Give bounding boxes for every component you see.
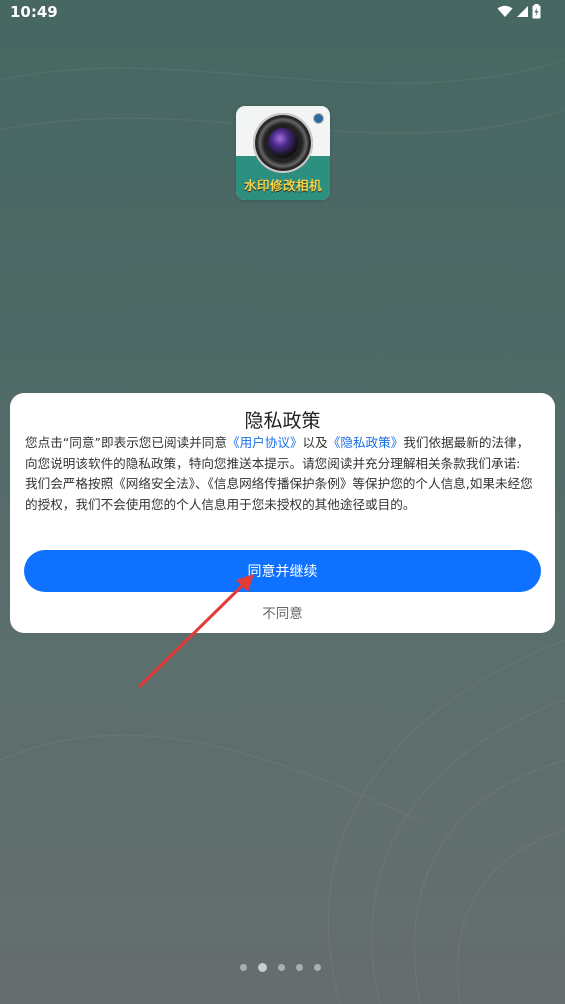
disagree-button[interactable]: 不同意 — [10, 600, 555, 624]
page-dot[interactable] — [314, 963, 321, 971]
body-text-part4: 我们会严格按照《网络安全法》、《信息网络传播保护条例》等保护您的个人信息,如果未… — [25, 476, 533, 512]
page-dot[interactable] — [296, 963, 303, 971]
page-indicator — [240, 961, 321, 973]
battery-icon — [532, 4, 541, 19]
user-agreement-link[interactable]: 《用户协议》 — [227, 435, 303, 450]
dialog-body: 您点击“同意”即表示您已阅读并同意《用户协议》以及《隐私政策》我们依据最新的法律… — [25, 433, 540, 515]
page-dot-active[interactable] — [258, 962, 267, 972]
privacy-policy-link[interactable]: 《隐私政策》 — [328, 435, 404, 450]
agree-continue-button[interactable]: 同意并继续 — [24, 550, 541, 592]
body-text-part2: 以及 — [302, 435, 328, 450]
status-icons — [497, 4, 541, 19]
privacy-dialog: 隐私政策 您点击“同意”即表示您已阅读并同意《用户协议》以及《隐私政策》我们依据… — [10, 393, 555, 633]
status-bar: 10:49 — [0, 0, 565, 26]
app-icon: 水印修改相机 — [236, 106, 330, 200]
page-dot[interactable] — [240, 963, 247, 971]
wifi-icon — [497, 5, 513, 17]
camera-lens-glass — [268, 128, 298, 158]
app-icon-label: 水印修改相机 — [243, 178, 322, 193]
body-text-part1: 您点击“同意”即表示您已阅读并同意 — [25, 435, 227, 450]
camera-dot-icon — [313, 113, 324, 124]
page-dot[interactable] — [278, 963, 285, 971]
status-time: 10:49 — [10, 3, 58, 21]
signal-icon — [517, 6, 528, 17]
dialog-title: 隐私政策 — [244, 410, 321, 432]
